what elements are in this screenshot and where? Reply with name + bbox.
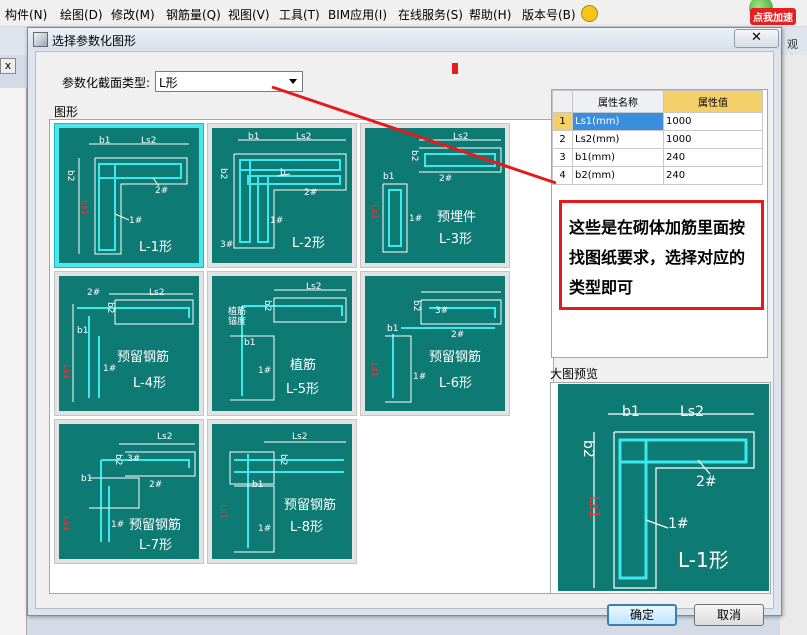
table-row[interactable]: 1 Ls1(mm) 1000 [552,112,763,131]
shape-tile-l6[interactable]: b2 3# 2# b1 1# Ls1 预留钢筋 L-6形 [360,271,510,416]
cancel-button[interactable]: 取消 [694,604,764,626]
header-property-name: 属性名称 [572,90,664,113]
ok-button[interactable]: 确定 [607,604,677,626]
emoji-icon [581,5,598,22]
shape-tile-l5[interactable]: 植筋 锚度 Ls2 b2 b1 1# 植筋 L-5形 [207,271,357,416]
header-property-value: 属性值 [663,90,763,113]
menu-item-modify[interactable]: 修改(M) [111,6,155,23]
menu-bar: 构件(N) 绘图(D) 修改(M) 钢筋量(Q) 视图(V) 工具(T) BIM… [0,0,807,27]
shape-tile-l8[interactable]: Ls2 b2 b1 1# Ls1 预留钢筋 L-8形 [207,419,357,564]
close-button[interactable]: ✕ [734,29,779,48]
shape-diagram-l8: Ls2 b2 b1 1# Ls1 预留钢筋 L-8形 [212,424,352,559]
left-panel [0,88,27,635]
table-row[interactable]: 3 b1(mm) 240 [552,148,763,167]
menu-item-bim[interactable]: BIM应用(I) [328,6,387,23]
annotation-callout: 这些是在砌体加筋里面按找图纸要求，选择对应的类型即可 [559,200,764,310]
dialog-icon [33,32,48,47]
shape-diagram-l1: b1 Ls2 b2 2# 1# Ls1 L-1形 [59,128,199,263]
shape-diagram-l7: Ls2 b2 3# b1 2# 1# Ls1 预留钢筋 L-7形 [59,424,199,559]
annotation-text: 这些是在砌体加筋里面按找图纸要求，选择对应的类型即可 [569,218,746,297]
table-row[interactable]: 2 Ls2(mm) 1000 [552,130,763,149]
parametric-shape-dialog: 选择参数化图形 ✕ 参数化截面类型: L形 图形 b1 Ls2 b2 2# 1#… [27,27,782,626]
value-cell[interactable]: 1000 [663,112,763,131]
shape-tile-l7[interactable]: Ls2 b2 3# b1 2# 1# Ls1 预留钢筋 L-7形 [54,419,204,564]
dialog-body: 参数化截面类型: L形 图形 b1 Ls2 b2 2# 1# Ls1 L-1形 … [35,51,774,626]
section-type-label: 参数化截面类型: [62,76,151,90]
menu-item-rebar-qty[interactable]: 钢筋量(Q) [166,6,221,23]
menu-item-component[interactable]: 构件(N) [5,6,47,23]
speed-up-badge[interactable]: 点我加速 [741,0,807,26]
chevron-down-icon [289,79,297,84]
shapes-panel: b1 Ls2 b2 2# 1# Ls1 L-1形 b1 Ls2 b2 b 2# … [49,119,554,594]
value-cell[interactable]: 240 [663,166,763,185]
menu-item-view[interactable]: 视图(V) [228,6,270,23]
shape-tile-l2[interactable]: b1 Ls2 b2 b 2# 1# 3# L-2形 [207,123,357,268]
preview-panel: b1 Ls2 b2 2# 1# Ls1 L-1形 [550,382,771,594]
shape-tile-l4[interactable]: 2# Ls2 b2 b1 1# Ls1 预留钢筋 L-4形 [54,271,204,416]
dialog-titlebar: 选择参数化图形 ✕ [28,28,781,50]
right-panel [780,55,807,635]
menu-item-version[interactable]: 版本号(B) [522,6,576,23]
section-type-value: L形 [159,76,178,90]
menu-item-tools[interactable]: 工具(T) [279,6,320,23]
shape-tile-l3[interactable]: Ls2 b2 b1 2# 1# Ls1 预埋件 L-3形 [360,123,510,268]
preview-title: 大图预览 [550,367,599,381]
shape-diagram-l6: b2 3# 2# b1 1# Ls1 预留钢筋 L-6形 [365,276,505,411]
shapes-group-title: 图形 [54,105,79,119]
preview-diagram: b1 Ls2 b2 2# 1# Ls1 L-1形 [558,384,769,591]
value-cell[interactable]: 1000 [663,130,763,149]
menu-item-help[interactable]: 帮助(H) [469,6,511,23]
shape-diagram-l5: 植筋 锚度 Ls2 b2 b1 1# 植筋 L-5形 [212,276,352,411]
value-cell[interactable]: 240 [663,148,763,167]
table-row[interactable]: 4 b2(mm) 240 [552,166,763,185]
shape-diagram-l4: 2# Ls2 b2 b1 1# Ls1 预留钢筋 L-4形 [59,276,199,411]
menu-item-online[interactable]: 在线服务(S) [398,6,463,23]
red-marker [452,63,458,74]
shape-diagram-l2: b1 Ls2 b2 b 2# 1# 3# L-2形 [212,128,352,263]
panel-close-button[interactable]: x [0,58,16,74]
shape-tile-l1[interactable]: b1 Ls2 b2 2# 1# Ls1 L-1形 [54,123,204,268]
menu-item-draw[interactable]: 绘图(D) [60,6,103,23]
section-type-select[interactable]: L形 [155,71,303,92]
dialog-title: 选择参数化图形 [52,34,137,48]
shape-diagram-l3: Ls2 b2 b1 2# 1# Ls1 预埋件 L-3形 [365,128,505,263]
